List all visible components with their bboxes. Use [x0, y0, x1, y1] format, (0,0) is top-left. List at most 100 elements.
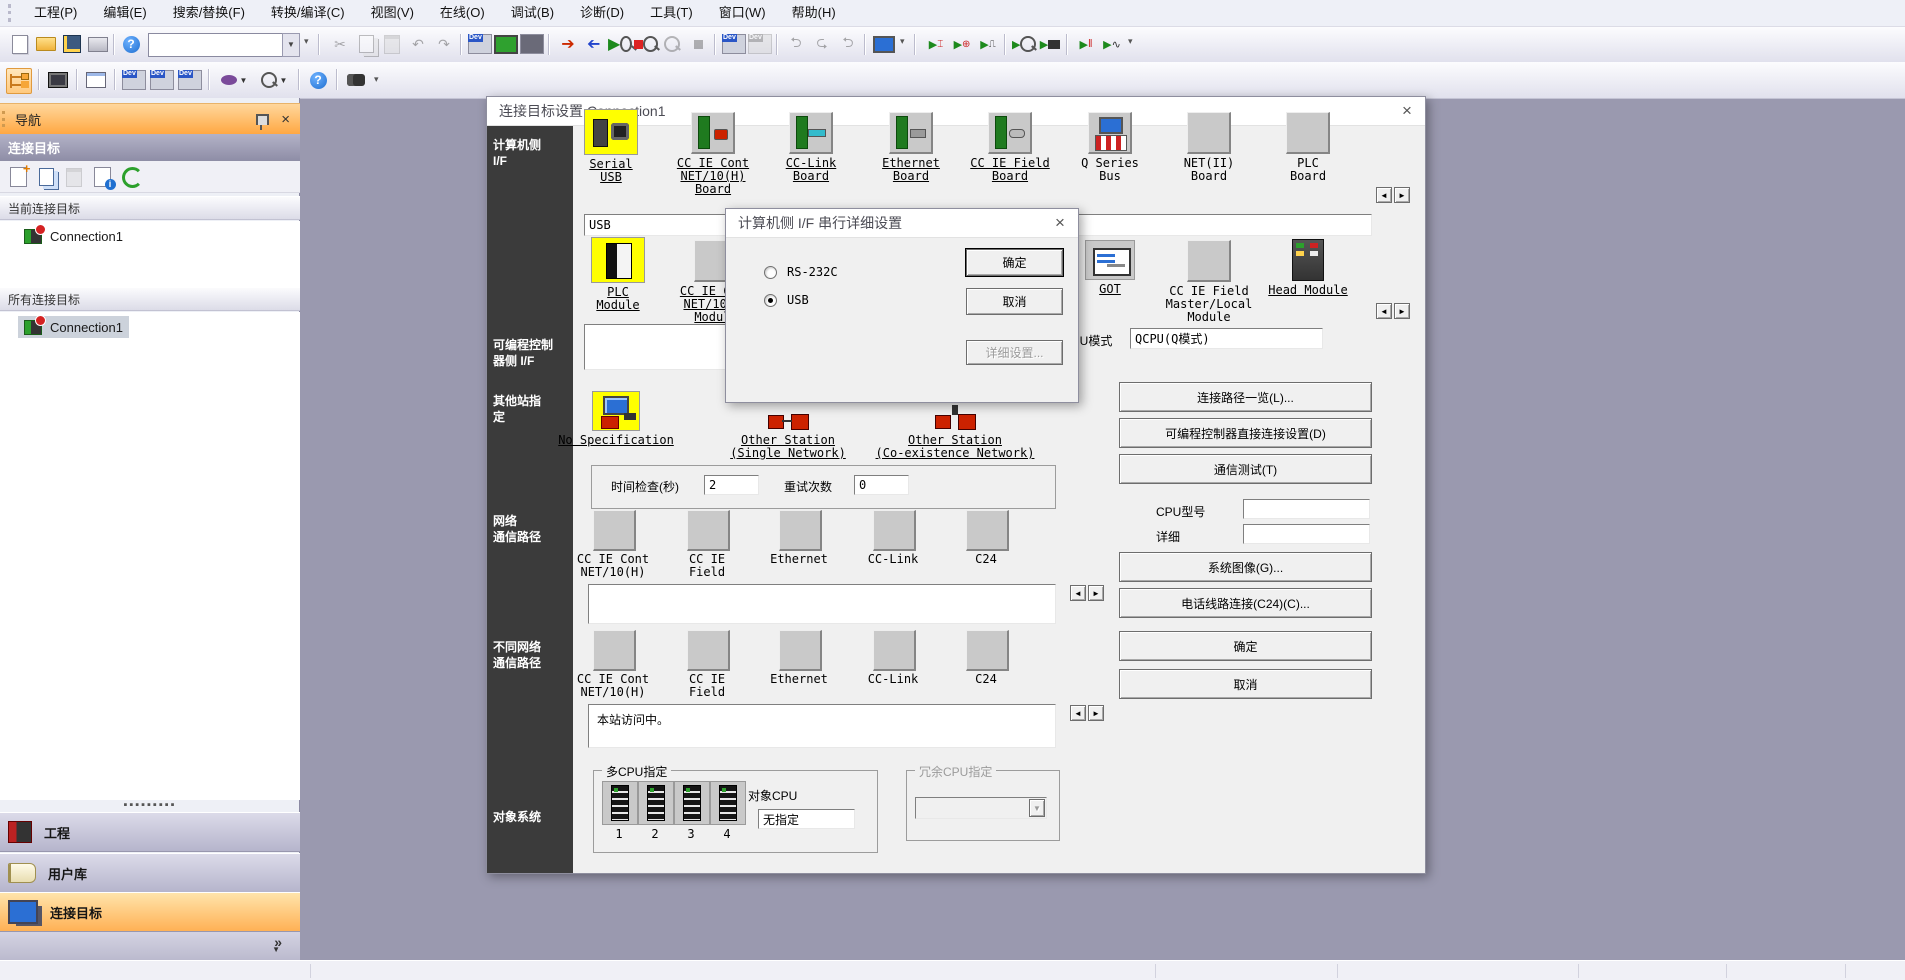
phone-line-button[interactable]: 电话线路连接(C24)(C)...: [1119, 588, 1372, 618]
menu-search-replace[interactable]: 搜索/替换(F): [160, 0, 258, 26]
route-list-button[interactable]: 连接路径一览(L)...: [1119, 382, 1372, 412]
scroll-left-icon[interactable]: ◄: [1376, 187, 1392, 203]
scroll-right-icon[interactable]: ►: [1394, 187, 1410, 203]
device-find-icon[interactable]: [468, 32, 492, 56]
close-panel-icon[interactable]: ×: [281, 112, 290, 127]
close-icon[interactable]: ×: [1395, 100, 1419, 122]
redo-icon[interactable]: ↷: [432, 32, 456, 56]
scroll-left-icon[interactable]: ◄: [1070, 585, 1086, 601]
user-library-nav-button[interactable]: 用户库: [0, 853, 300, 893]
ok-button[interactable]: 确定: [1119, 631, 1372, 661]
net-route-ccie-cont-box[interactable]: [593, 510, 636, 551]
find-binoculars-icon[interactable]: [344, 68, 368, 92]
plc-if-head-module[interactable]: Head Module: [1258, 237, 1358, 297]
combobox-dropdown-icon[interactable]: ▼: [1029, 799, 1045, 817]
navigation-window-icon[interactable]: [6, 68, 32, 94]
ladder-position-icon[interactable]: ▶⊕: [950, 32, 974, 56]
direct-connect-button[interactable]: 可编程控制器直接连接设置(D): [1119, 418, 1372, 448]
diff-route-c24-box[interactable]: [966, 630, 1009, 671]
menu-help[interactable]: 帮助(H): [779, 0, 849, 26]
scroll-right-icon[interactable]: ►: [1088, 585, 1104, 601]
toolbar-overflow[interactable]: ▾: [900, 36, 905, 47]
ladder-start-icon[interactable]: ▶⌶: [924, 32, 948, 56]
undo-icon[interactable]: ↶: [406, 32, 430, 56]
menu-tools[interactable]: 工具(T): [637, 0, 706, 26]
menu-view[interactable]: 视图(V): [358, 0, 427, 26]
ladder-snapshot-icon[interactable]: ▶: [1038, 32, 1062, 56]
paste-target-icon[interactable]: [62, 165, 86, 189]
cpu2-icon[interactable]: [638, 781, 674, 825]
copy-target-icon[interactable]: [34, 165, 58, 189]
help-icon[interactable]: ?: [306, 68, 330, 92]
pc-if-net2-board[interactable]: NET(II) Board: [1159, 109, 1259, 183]
rs232c-radio[interactable]: [764, 266, 777, 279]
time-check-field[interactable]: [704, 475, 759, 495]
plc-if-ccie-field-master[interactable]: CC IE Field Master/Local Module: [1159, 237, 1259, 324]
target-property-icon[interactable]: [90, 165, 114, 189]
panel-grip[interactable]: [2, 111, 9, 127]
device-reference-icon[interactable]: [178, 68, 202, 92]
ladder-zoom-icon[interactable]: ▶: [1012, 32, 1036, 56]
refresh-icon[interactable]: [120, 165, 144, 189]
pc-if-cclink-board[interactable]: CC-Link Board: [761, 109, 861, 183]
system-image-button[interactable]: 系统图像(G)...: [1119, 552, 1372, 582]
diff-route-ccie-field-box[interactable]: [687, 630, 730, 671]
serial-ok-button[interactable]: 确定: [966, 249, 1063, 276]
pc-monitor-icon[interactable]: [872, 32, 896, 56]
scroll-right-icon[interactable]: ►: [1088, 705, 1104, 721]
step-run-icon[interactable]: ⮌: [784, 32, 808, 56]
help-icon[interactable]: ?: [119, 32, 143, 56]
menu-window[interactable]: 窗口(W): [706, 0, 779, 26]
serial-cancel-button[interactable]: 取消: [966, 288, 1063, 315]
diff-route-ethernet-box[interactable]: [779, 630, 822, 671]
redundant-cpu-combobox[interactable]: [915, 797, 1047, 819]
device-test-2-icon[interactable]: ▶∿: [1100, 32, 1124, 56]
pc-if-serial-usb[interactable]: Serial USB: [561, 109, 661, 184]
module-configuration-icon[interactable]: [46, 68, 70, 92]
device-search-menu-icon[interactable]: ▼: [256, 68, 292, 92]
write-to-plc-icon[interactable]: ➔: [556, 32, 580, 56]
cut-icon[interactable]: ✂: [328, 32, 352, 56]
rs232c-option[interactable]: RS-232C: [764, 265, 838, 279]
device-hk-icon[interactable]: [520, 32, 544, 56]
open-file-icon[interactable]: [34, 32, 58, 56]
pc-if-ccie-cont-board[interactable]: CC IE Cont NET/10(H) Board: [663, 109, 763, 196]
panel-splitter[interactable]: ▪▪▪▪▪▪▪▪▪: [0, 800, 300, 812]
net-route-ccie-field-box[interactable]: [687, 510, 730, 551]
net-route-ethernet-box[interactable]: [779, 510, 822, 551]
toolbar-overflow[interactable]: ▾: [374, 74, 379, 85]
other-station-no-spec[interactable]: No Specification: [516, 391, 716, 447]
menu-diagnostics[interactable]: 诊断(D): [567, 0, 637, 26]
device-display-off-icon[interactable]: [748, 32, 772, 56]
connection-target-nav-button[interactable]: 连接目标: [0, 892, 300, 932]
monitor-start-icon[interactable]: ▶: [608, 32, 632, 56]
net-route-c24-box[interactable]: [966, 510, 1009, 551]
cpu-mode-field[interactable]: [1130, 328, 1323, 349]
close-icon[interactable]: ×: [1048, 212, 1072, 234]
project-nav-button[interactable]: 工程: [0, 812, 300, 852]
cpu1-icon[interactable]: [602, 781, 638, 825]
diff-route-cclink-box[interactable]: [873, 630, 916, 671]
all-connection-item[interactable]: Connection1: [18, 316, 129, 338]
device-comment-icon[interactable]: [122, 68, 146, 92]
device-test-1-icon[interactable]: ▶‖: [1074, 32, 1098, 56]
combobox-dropdown-button[interactable]: ▼: [282, 33, 300, 57]
work-window-icon[interactable]: [84, 68, 108, 92]
data-combobox[interactable]: [148, 33, 284, 57]
monitor-resume-icon[interactable]: [686, 32, 710, 56]
save-icon[interactable]: [60, 32, 84, 56]
pc-if-plc-board[interactable]: PLC Board: [1258, 109, 1358, 183]
retry-count-field[interactable]: [854, 475, 909, 495]
net-route-cclink-box[interactable]: [873, 510, 916, 551]
device-list-icon[interactable]: [150, 68, 174, 92]
pin-icon[interactable]: [256, 114, 269, 125]
monitor-stop-icon[interactable]: [634, 32, 658, 56]
menu-edit[interactable]: 编辑(E): [90, 0, 159, 26]
menu-online[interactable]: 在线(O): [427, 0, 498, 26]
panel-expander[interactable]: » ▼: [0, 932, 300, 960]
diff-route-ccie-cont-box[interactable]: [593, 630, 636, 671]
print-icon[interactable]: [86, 32, 110, 56]
serial-detail-button[interactable]: 详细设置...: [966, 340, 1063, 365]
scroll-left-icon[interactable]: ◄: [1070, 705, 1086, 721]
current-connection-item[interactable]: Connection1: [18, 225, 129, 247]
